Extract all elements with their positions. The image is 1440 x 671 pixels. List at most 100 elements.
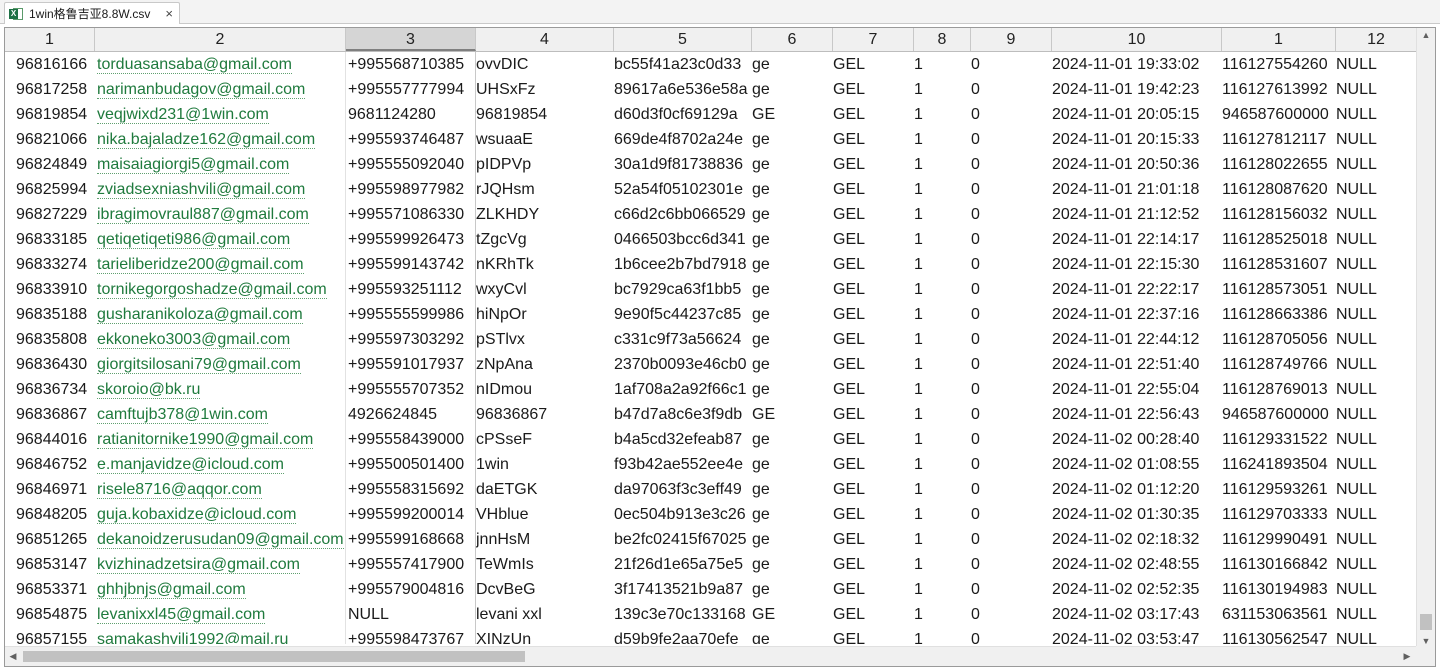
cell-col-10[interactable]: 2024-11-02 01:30:35 (1052, 502, 1222, 527)
cell-col-9[interactable]: 0 (971, 52, 1052, 77)
file-tab[interactable]: X 1win格鲁吉亚8.8W.csv × (4, 2, 180, 24)
cell-col-1[interactable]: 96854875 (5, 602, 95, 627)
cell-col-10[interactable]: 2024-11-02 03:17:43 (1052, 602, 1222, 627)
cell-col-7[interactable]: GEL (833, 502, 914, 527)
cell-col-4[interactable]: 96819854 (476, 102, 614, 127)
scroll-right-icon[interactable]: ▶ (1399, 647, 1415, 666)
cell-col-7[interactable]: GEL (833, 102, 914, 127)
column-header-7[interactable]: 7 (833, 28, 914, 51)
cell-col-8[interactable]: 1 (914, 127, 971, 152)
cell-col-2[interactable]: ratianitornike1990@gmail.com (95, 427, 346, 452)
cell-col-11[interactable]: 116129990491 (1222, 527, 1336, 552)
cell-col-10[interactable]: 2024-11-02 03:53:47 (1052, 627, 1222, 644)
email-link[interactable]: e.manjavidze@icloud.com (97, 456, 284, 474)
cell-col-12[interactable]: NULL (1336, 52, 1417, 77)
cell-col-7[interactable]: GEL (833, 352, 914, 377)
email-link[interactable]: gusharanikoloza@gmail.com (97, 306, 303, 324)
cell-col-11[interactable]: 116130194983 (1222, 577, 1336, 602)
cell-col-5[interactable]: be2fc02415f67025 (614, 527, 752, 552)
cell-col-9[interactable]: 0 (971, 427, 1052, 452)
cell-col-3[interactable]: +995597303292 (346, 327, 476, 352)
cell-col-11[interactable]: 116128769013 (1222, 377, 1336, 402)
cell-col-5[interactable]: d59b9fe2aa70efe (614, 627, 752, 644)
cell-col-8[interactable]: 1 (914, 477, 971, 502)
table-row[interactable]: 96851265 dekanoidzerusudan09@gmail.com +99… (5, 527, 1417, 552)
cell-col-10[interactable]: 2024-11-01 22:44:12 (1052, 327, 1222, 352)
cell-col-7[interactable]: GEL (833, 577, 914, 602)
cell-col-3[interactable]: +995599200014 (346, 502, 476, 527)
cell-col-1[interactable]: 96817258 (5, 77, 95, 102)
cell-col-5[interactable]: d60d3f0cf69129a (614, 102, 752, 127)
cell-col-9[interactable]: 0 (971, 577, 1052, 602)
cell-col-6[interactable]: ge (752, 152, 833, 177)
cell-col-8[interactable]: 1 (914, 427, 971, 452)
cell-col-8[interactable]: 1 (914, 52, 971, 77)
cell-col-4[interactable]: zNpAna (476, 352, 614, 377)
cell-col-10[interactable]: 2024-11-01 20:50:36 (1052, 152, 1222, 177)
cell-col-8[interactable]: 1 (914, 277, 971, 302)
cell-col-1[interactable]: 96848205 (5, 502, 95, 527)
cell-col-9[interactable]: 0 (971, 127, 1052, 152)
cell-col-5[interactable]: 669de4f8702a24e (614, 127, 752, 152)
cell-col-10[interactable]: 2024-11-02 01:12:20 (1052, 477, 1222, 502)
cell-col-7[interactable]: GEL (833, 302, 914, 327)
email-link[interactable]: tarieliberidze200@gmail.com (97, 256, 304, 274)
column-header-6[interactable]: 6 (752, 28, 833, 51)
cell-col-11[interactable]: 116128022655 (1222, 152, 1336, 177)
cell-col-12[interactable]: NULL (1336, 252, 1417, 277)
cell-col-6[interactable]: ge (752, 127, 833, 152)
cell-col-5[interactable]: 139c3e70c133168 (614, 602, 752, 627)
cell-col-4[interactable]: rJQHsm (476, 177, 614, 202)
cell-col-3[interactable]: +995599168668 (346, 527, 476, 552)
cell-col-8[interactable]: 1 (914, 527, 971, 552)
cell-col-8[interactable]: 1 (914, 227, 971, 252)
cell-col-9[interactable]: 0 (971, 302, 1052, 327)
table-row[interactable]: 96846752 e.manjavidze@icloud.com +99550050… (5, 452, 1417, 477)
cell-col-2[interactable]: veqjwixd231@1win.com (95, 102, 346, 127)
cell-col-9[interactable]: 0 (971, 102, 1052, 127)
cell-col-9[interactable]: 0 (971, 627, 1052, 644)
cell-col-4[interactable]: levani xxl (476, 602, 614, 627)
cell-col-6[interactable]: ge (752, 277, 833, 302)
cell-col-2[interactable]: zviadsexniashvili@gmail.com (95, 177, 346, 202)
cell-col-2[interactable]: tornikegorgoshadze@gmail.com (95, 277, 346, 302)
cell-col-3[interactable]: +995599143742 (346, 252, 476, 277)
cell-col-8[interactable]: 1 (914, 77, 971, 102)
cell-col-4[interactable]: 1win (476, 452, 614, 477)
table-row[interactable]: 96854875 levanixxl45@gmail.com NULL levani … (5, 602, 1417, 627)
cell-col-7[interactable]: GEL (833, 327, 914, 352)
cell-col-3[interactable]: +995555092040 (346, 152, 476, 177)
cell-col-2[interactable]: ibragimovraul887@gmail.com (95, 202, 346, 227)
cell-col-12[interactable]: NULL (1336, 527, 1417, 552)
table-row[interactable]: 96833185 qetiqetiqeti986@gmail.com +995599… (5, 227, 1417, 252)
cell-col-3[interactable]: NULL (346, 602, 476, 627)
cell-col-12[interactable]: NULL (1336, 502, 1417, 527)
cell-col-9[interactable]: 0 (971, 227, 1052, 252)
cell-col-4[interactable]: tZgcVg (476, 227, 614, 252)
cell-col-10[interactable]: 2024-11-01 22:55:04 (1052, 377, 1222, 402)
cell-col-9[interactable]: 0 (971, 252, 1052, 277)
email-link[interactable]: nika.bajaladze162@gmail.com (97, 131, 316, 149)
cell-col-11[interactable]: 946587600000 (1222, 102, 1336, 127)
cell-col-11[interactable]: 946587600000 (1222, 402, 1336, 427)
email-link[interactable]: ekkoneko3003@gmail.com (97, 331, 291, 349)
email-link[interactable]: tornikegorgoshadze@gmail.com (97, 281, 327, 299)
cell-col-12[interactable]: NULL (1336, 552, 1417, 577)
cell-col-4[interactable]: nIDmou (476, 377, 614, 402)
cell-col-2[interactable]: tarieliberidze200@gmail.com (95, 252, 346, 277)
cell-col-11[interactable]: 116241893504 (1222, 452, 1336, 477)
email-link[interactable]: guja.kobaxidze@icloud.com (97, 506, 297, 524)
cell-col-11[interactable]: 116127812117 (1222, 127, 1336, 152)
cell-col-10[interactable]: 2024-11-02 00:28:40 (1052, 427, 1222, 452)
cell-col-5[interactable]: 0ec504b913e3c26 (614, 502, 752, 527)
cell-col-8[interactable]: 1 (914, 302, 971, 327)
cell-col-2[interactable]: ghhjbnjs@gmail.com (95, 577, 346, 602)
cell-col-7[interactable]: GEL (833, 477, 914, 502)
cell-col-11[interactable]: 116129593261 (1222, 477, 1336, 502)
cell-col-1[interactable]: 96853371 (5, 577, 95, 602)
table-row[interactable]: 96835808 ekkoneko3003@gmail.com +995597303… (5, 327, 1417, 352)
table-row[interactable]: 96836734 skoroio@bk.ru +995555707352 nIDmou… (5, 377, 1417, 402)
cell-col-12[interactable]: NULL (1336, 627, 1417, 644)
email-link[interactable]: kvizhinadzetsira@gmail.com (97, 556, 300, 574)
cell-col-9[interactable]: 0 (971, 527, 1052, 552)
